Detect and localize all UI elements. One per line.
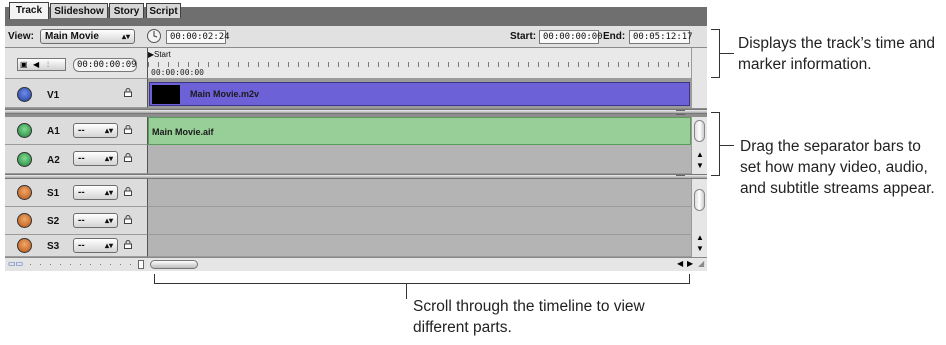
scroll-down-icon[interactable]: ▼ xyxy=(696,161,704,170)
view-label: View: xyxy=(8,31,34,42)
zoom-bar: ▭▭ xyxy=(5,257,147,271)
scroll-left-icon[interactable]: ◀ xyxy=(677,259,683,268)
separator-bar-video-audio[interactable] xyxy=(5,109,707,114)
stream-popup-value: -- xyxy=(78,187,85,198)
lock-icon[interactable] xyxy=(124,88,132,97)
end-timecode-field[interactable]: 00:05:12:17 xyxy=(629,30,693,44)
subtitle-scrollbar[interactable]: ▲ ▼ xyxy=(691,179,707,257)
horizontal-scroll-thumb[interactable] xyxy=(150,260,198,269)
ruler-timecode-label: 00:00:00:00 xyxy=(151,68,204,77)
scroll-up-icon[interactable]: ▲ xyxy=(696,150,704,159)
view-popup[interactable]: Main Movie ▴▾ xyxy=(40,29,135,44)
lock-icon[interactable] xyxy=(124,240,132,249)
subtitle-track-icon[interactable] xyxy=(17,185,32,200)
playhead-clock-icon[interactable] xyxy=(146,28,162,44)
view-options-buttons: ▣ ◀ ⫶ xyxy=(17,58,66,71)
track-name-s3: S3 xyxy=(47,241,60,252)
audio-clip-label: Main Movie.aif xyxy=(152,127,214,137)
ruler-timecode-field[interactable]: 00:00:00:09 xyxy=(73,58,137,72)
track-name-s1: S1 xyxy=(47,188,60,199)
track-lane-s3 xyxy=(147,235,691,257)
popup-arrows-icon: ▴▾ xyxy=(121,32,130,41)
time-info-bracket xyxy=(711,29,720,78)
callout-scroll: Scroll through the timeline to view diff… xyxy=(413,298,645,336)
stream-popup-value: -- xyxy=(78,153,85,164)
stream-popup-a1[interactable]: -- ▴▾ xyxy=(73,123,118,138)
stream-popup-s3[interactable]: -- ▴▾ xyxy=(73,238,118,253)
callout-separator: Drag the separator bars to set how many … xyxy=(740,138,935,197)
ruler-scroll-gutter xyxy=(691,48,707,79)
end-label: End: xyxy=(603,31,626,42)
stream-popup-value: -- xyxy=(78,240,85,251)
start-marker-label: Start xyxy=(154,50,171,59)
tab-script[interactable]: Script xyxy=(146,3,181,18)
audio-track-icon[interactable] xyxy=(17,152,32,167)
timeline-ruler[interactable]: ▶ Start 00:00:00:00 xyxy=(147,48,691,79)
track-lane-s1 xyxy=(147,179,691,207)
scroll-down-icon[interactable]: ▼ xyxy=(696,244,704,253)
chapter-marker-icon[interactable]: ⫶ xyxy=(47,60,49,70)
time-info-leader xyxy=(720,53,734,54)
marker-icon[interactable]: ▣ xyxy=(20,60,28,69)
popup-arrows-icon: ▴▾ xyxy=(104,216,113,225)
zoom-slider-track[interactable] xyxy=(30,264,138,265)
separator-bracket xyxy=(711,112,720,176)
ruler-ticks xyxy=(148,62,690,67)
callout-time-info: Displays the track’s time and marker inf… xyxy=(738,35,935,73)
subtitle-track-icon[interactable] xyxy=(17,238,32,253)
track-name-a2: A2 xyxy=(47,155,60,166)
track-lane-s2 xyxy=(147,207,691,235)
view-popup-value: Main Movie xyxy=(45,31,99,42)
track-name-a1: A1 xyxy=(47,126,60,137)
horizontal-scrollbar[interactable]: ◀ ▶ ◢ xyxy=(147,257,707,271)
video-scroll-gutter xyxy=(691,79,707,108)
resize-grip-icon[interactable]: ◢ xyxy=(698,259,704,268)
popup-arrows-icon: ▴▾ xyxy=(104,188,113,197)
audio-track-icon[interactable] xyxy=(17,123,32,138)
popup-arrows-icon: ▴▾ xyxy=(104,154,113,163)
subtitle-track-icon[interactable] xyxy=(17,213,32,228)
scroll-up-icon[interactable]: ▲ xyxy=(696,233,704,242)
audio-clip[interactable]: Main Movie.aif xyxy=(148,117,691,145)
subtitle-scroll-thumb[interactable] xyxy=(694,189,705,211)
video-clip-thumbnail xyxy=(152,85,180,104)
separator-leader xyxy=(720,145,734,146)
tab-slideshow[interactable]: Slideshow xyxy=(50,3,108,18)
audio-scrollbar[interactable]: ▲ ▼ xyxy=(691,117,707,174)
video-clip-label: Main Movie.m2v xyxy=(190,89,260,99)
prev-marker-icon[interactable]: ◀ xyxy=(33,60,39,69)
zoom-slider-thumb[interactable] xyxy=(138,260,144,269)
lock-icon[interactable] xyxy=(124,187,132,196)
zoom-icon[interactable]: ▭▭ xyxy=(8,259,23,268)
track-name-v1: V1 xyxy=(47,90,60,101)
tab-story[interactable]: Story xyxy=(109,3,144,18)
scroll-leader xyxy=(406,284,407,299)
stream-popup-value: -- xyxy=(78,215,85,226)
track-lane-a2 xyxy=(147,145,691,174)
stream-popup-a2[interactable]: -- ▴▾ xyxy=(73,151,118,166)
lock-icon[interactable] xyxy=(124,125,132,134)
separator-grip-icon[interactable] xyxy=(676,110,685,115)
lock-icon[interactable] xyxy=(124,215,132,224)
stream-popup-s1[interactable]: -- ▴▾ xyxy=(73,185,118,200)
scroll-bracket xyxy=(154,274,690,284)
track-name-s2: S2 xyxy=(47,216,60,227)
start-label: Start: xyxy=(510,31,537,42)
lock-icon[interactable] xyxy=(124,153,132,162)
start-timecode-field[interactable]: 00:00:00:00 xyxy=(539,30,603,44)
tab-track[interactable]: Track xyxy=(9,2,49,19)
scroll-right-icon[interactable]: ▶ xyxy=(687,259,693,268)
video-clip[interactable]: Main Movie.m2v xyxy=(149,82,690,106)
audio-scroll-thumb[interactable] xyxy=(694,120,705,142)
playhead-timecode-field[interactable]: 00:00:02:24 xyxy=(166,30,230,44)
stream-popup-s2[interactable]: -- ▴▾ xyxy=(73,213,118,228)
popup-arrows-icon: ▴▾ xyxy=(104,241,113,250)
video-track-icon[interactable] xyxy=(17,87,32,102)
stream-popup-value: -- xyxy=(78,125,85,136)
popup-arrows-icon: ▴▾ xyxy=(104,126,113,135)
